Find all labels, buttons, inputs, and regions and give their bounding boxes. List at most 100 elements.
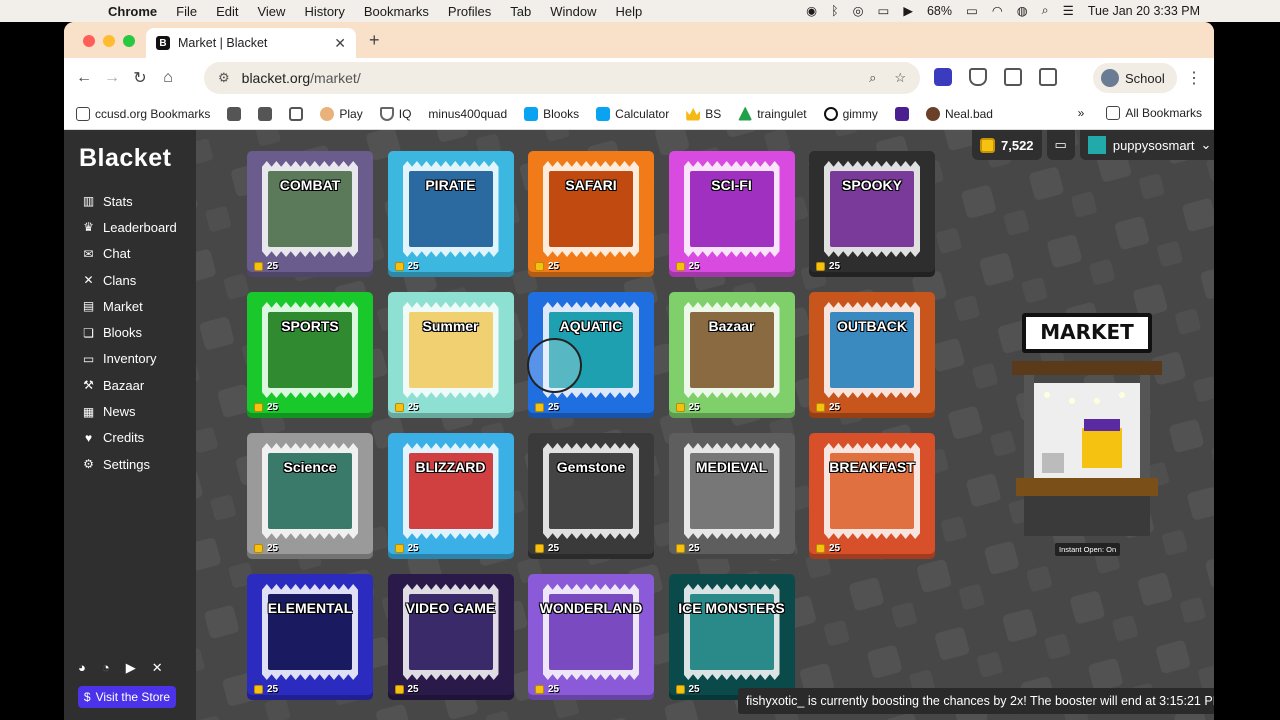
visit-store-button[interactable]: $ Visit the Store <box>78 686 176 708</box>
sidebar-item-leaderboard[interactable]: ♛ Leaderboard <box>81 214 177 240</box>
pack-card[interactable]: SAFARI 25 <box>528 151 654 277</box>
bookmark-gimmy[interactable]: gimmy <box>823 106 878 121</box>
youtube-icon[interactable]: ▶ <box>126 660 136 676</box>
sidebar-item-market[interactable]: ▤ Market <box>81 293 177 319</box>
back-icon[interactable]: ← <box>70 69 98 87</box>
tab-search-icon[interactable] <box>1039 68 1057 86</box>
zoom-window-button[interactable] <box>123 35 135 47</box>
pack-card[interactable]: OUTBACK 25 <box>809 292 935 418</box>
battery-percent[interactable]: 68% <box>927 4 952 18</box>
new-tab-button[interactable]: + <box>369 30 380 51</box>
bookmark-neal[interactable]: Neal.bad <box>925 106 993 121</box>
pack-card[interactable]: SCI-FI 25 <box>668 151 795 277</box>
bookmark-traingulet[interactable]: traingulet <box>738 106 807 121</box>
record-icon[interactable]: ◉ <box>806 3 817 18</box>
market-stand-illustration[interactable] <box>1012 313 1162 543</box>
close-tab-icon[interactable]: ✕ <box>334 35 346 52</box>
bookmark-play[interactable]: Play <box>320 106 363 121</box>
pack-card[interactable]: Gemstone 25 <box>528 433 654 559</box>
pack-card[interactable]: Summer 25 <box>387 292 514 418</box>
bookmark-bs[interactable]: BS <box>686 107 721 121</box>
x-icon[interactable]: ✕ <box>152 660 163 676</box>
sidebar-item-settings[interactable]: ⚙ Settings <box>81 451 177 477</box>
bookmark-blank-2[interactable] <box>258 106 273 121</box>
sidebar-item-clans[interactable]: ✕ Clans <box>81 267 177 293</box>
close-window-button[interactable] <box>83 35 95 47</box>
pack-card[interactable]: SPOOKY 25 <box>809 151 935 277</box>
control-center-icon[interactable]: ☰ <box>1063 3 1074 18</box>
puzzle-icon[interactable] <box>1004 68 1022 86</box>
menu-help[interactable]: Help <box>616 4 643 19</box>
sidebar-item-blooks[interactable]: ❏ Blooks <box>81 319 177 345</box>
profile-button[interactable]: School <box>1093 63 1177 93</box>
zoom-icon[interactable]: ⌕ <box>869 70 876 86</box>
inbox-button[interactable]: ▭ <box>1046 130 1075 160</box>
bookmark-grid[interactable] <box>289 106 304 121</box>
minimize-window-button[interactable] <box>103 35 115 47</box>
bluetooth-icon[interactable]: ᛒ <box>831 4 839 18</box>
bookmark-blooks[interactable]: Blooks <box>524 106 579 121</box>
bookmark-ccusd[interactable]: ccusd.org Bookmarks <box>76 106 210 121</box>
menu-file[interactable]: File <box>176 4 197 19</box>
user-icon[interactable]: ◍ <box>1017 3 1028 18</box>
pack-card[interactable]: WONDERLAND 25 <box>528 574 654 700</box>
pack-card[interactable]: BLIZZARD 25 <box>387 433 514 559</box>
bookmarks-overflow-icon[interactable]: » <box>1078 106 1085 120</box>
spotlight-icon[interactable]: ⌕ <box>1042 3 1049 18</box>
pack-card[interactable]: BREAKFAST 25 <box>809 433 935 559</box>
site-info-icon[interactable]: ⚙ <box>218 70 230 86</box>
discord-icon[interactable]: ◕ <box>78 660 86 676</box>
pack-card[interactable]: COMBAT 25 <box>247 151 373 277</box>
sidebar-item-bazaar[interactable]: ⚒ Bazaar <box>81 372 177 398</box>
tab-market[interactable]: B Market | Blacket ✕ <box>146 28 356 58</box>
sidebar-item-stats[interactable]: ▥ Stats <box>81 188 177 214</box>
blacket-logo[interactable]: Blacket <box>79 144 171 173</box>
sidebar-item-credits[interactable]: ♥ Credits <box>81 425 177 451</box>
all-bookmarks[interactable]: All Bookmarks <box>1106 106 1202 120</box>
bookmark-iq[interactable]: IQ <box>379 106 411 121</box>
github-icon[interactable]: ◔ <box>102 660 110 676</box>
pack-card[interactable]: SPORTS 25 <box>247 292 373 418</box>
pack-card[interactable]: ICE MONSTERS 25 <box>668 574 795 700</box>
bookmark-minus400quad[interactable]: minus400quad <box>428 107 507 121</box>
airdrop-icon[interactable]: ◎ <box>853 3 864 18</box>
instant-open-toggle[interactable]: Instant Open: On <box>1055 543 1121 556</box>
token-icon <box>394 544 404 553</box>
menu-view[interactable]: View <box>257 4 285 19</box>
display-icon[interactable]: ▭ <box>878 3 890 18</box>
pack-card[interactable]: Bazaar 25 <box>668 292 795 418</box>
sidebar-item-chat[interactable]: ✉ Chat <box>81 241 177 267</box>
menu-edit[interactable]: Edit <box>216 4 238 19</box>
more-menu-icon[interactable]: ⋮ <box>1186 68 1202 88</box>
menu-app-name[interactable]: Chrome <box>108 4 157 19</box>
pack-card[interactable]: Science 25 <box>247 433 373 559</box>
pack-price: 25 <box>535 543 559 554</box>
reload-icon[interactable]: ↻ <box>126 68 154 88</box>
forward-icon[interactable]: → <box>98 69 126 87</box>
extension-c-icon[interactable] <box>934 68 952 86</box>
home-icon[interactable]: ⌂ <box>154 69 182 87</box>
menu-tab[interactable]: Tab <box>510 4 531 19</box>
pack-card[interactable]: PIRATE 25 <box>387 151 514 277</box>
address-bar[interactable]: ⚙ blacket.org/market/ ⌕ ☆ <box>204 62 920 94</box>
bookmark-star-icon[interactable]: ☆ <box>894 70 906 86</box>
bookmark-calculator[interactable]: Calculator <box>596 106 669 121</box>
wifi-icon[interactable]: ◠ <box>992 3 1003 18</box>
bookmark-blank-1[interactable] <box>227 106 242 121</box>
menu-window[interactable]: Window <box>550 4 596 19</box>
menu-bookmarks[interactable]: Bookmarks <box>364 4 429 19</box>
pack-title: ELEMENTAL <box>267 600 353 616</box>
sidebar-item-news[interactable]: ▦ News <box>81 398 177 424</box>
menu-history[interactable]: History <box>304 4 344 19</box>
token-icon <box>675 685 685 694</box>
pack-card[interactable]: ELEMENTAL 25 <box>247 574 373 700</box>
pack-card[interactable]: MEDIEVAL 25 <box>668 433 795 559</box>
shield-extension-icon[interactable] <box>969 68 987 86</box>
clock[interactable]: Tue Jan 20 3:33 PM <box>1088 4 1200 18</box>
play-icon[interactable]: ▶ <box>903 3 913 18</box>
pack-card[interactable]: VIDEO GAME 25 <box>387 574 514 700</box>
sidebar-item-inventory[interactable]: ▭ Inventory <box>81 346 177 372</box>
user-menu[interactable]: puppysosmart ⌄ <box>1079 130 1214 160</box>
bookmark-kahoot[interactable] <box>894 106 909 121</box>
menu-profiles[interactable]: Profiles <box>448 4 491 19</box>
